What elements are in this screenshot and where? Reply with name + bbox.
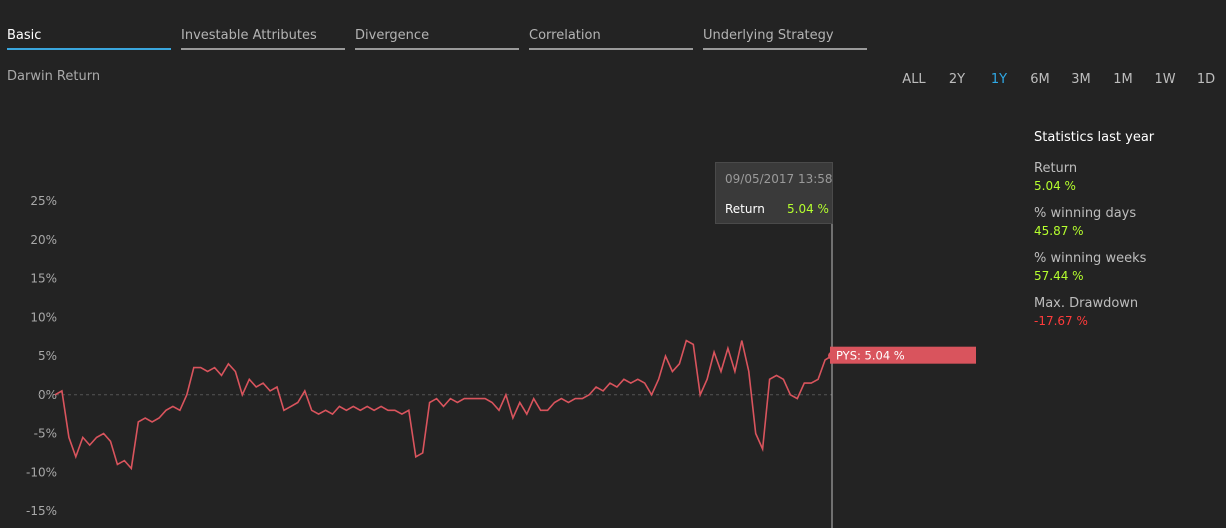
tab-divergence[interactable]: Divergence xyxy=(355,28,519,50)
y-tick-label: 20% xyxy=(30,233,57,247)
period-3m[interactable]: 3M xyxy=(1060,72,1102,87)
stat-winning-weeks-label: % winning weeks xyxy=(1034,251,1147,266)
chart-tooltip: 09/05/2017 13:58 Return 5.04 % xyxy=(715,162,833,224)
period-1y[interactable]: 1Y xyxy=(978,72,1020,87)
period-selector: ALL 2Y 1Y 6M 3M 1M 1W 1D xyxy=(892,72,1226,87)
statistics-panel: Statistics last year Return 5.04 % % win… xyxy=(1034,130,1224,341)
tooltip-value: 5.04 % xyxy=(787,202,829,216)
stat-winning-weeks-value: 57.44 % xyxy=(1034,269,1084,283)
tab-bar: Basic Investable Attributes Divergence C… xyxy=(7,28,877,50)
period-1w[interactable]: 1W xyxy=(1144,72,1186,87)
tooltip-label: Return xyxy=(725,202,765,216)
tab-correlation[interactable]: Correlation xyxy=(529,28,693,50)
statistics-title: Statistics last year xyxy=(1034,130,1155,145)
stat-return-value: 5.04 % xyxy=(1034,179,1076,193)
period-6m[interactable]: 6M xyxy=(1020,72,1060,87)
y-tick-label: -10% xyxy=(26,465,57,479)
tab-underlying-strategy[interactable]: Underlying Strategy xyxy=(703,28,867,50)
period-all[interactable]: ALL xyxy=(892,72,936,87)
y-tick-label: 5% xyxy=(38,349,57,363)
series-line-return xyxy=(54,339,833,471)
tooltip-date: 09/05/2017 13:58 xyxy=(725,172,833,186)
tab-basic[interactable]: Basic xyxy=(7,28,171,50)
section-title: Darwin Return xyxy=(7,69,101,84)
stat-return-label: Return xyxy=(1034,161,1078,176)
period-1m[interactable]: 1M xyxy=(1102,72,1144,87)
y-tick-label: 25% xyxy=(30,194,57,208)
stat-winning-days-label: % winning days xyxy=(1034,206,1137,221)
stat-winning-days-value: 45.87 % xyxy=(1034,224,1084,238)
period-2y[interactable]: 2Y xyxy=(936,72,978,87)
y-tick-label: 10% xyxy=(30,310,57,324)
y-tick-label: -5% xyxy=(34,427,57,441)
y-tick-label: 15% xyxy=(30,272,57,286)
stat-max-drawdown-value: -17.67 % xyxy=(1034,314,1088,328)
tab-investable-attributes[interactable]: Investable Attributes xyxy=(181,28,345,50)
period-1d[interactable]: 1D xyxy=(1186,72,1226,87)
stat-max-drawdown-label: Max. Drawdown xyxy=(1034,296,1139,311)
y-tick-label: -15% xyxy=(26,504,57,518)
end-label-text: PYS: 5.04 % xyxy=(836,349,905,363)
